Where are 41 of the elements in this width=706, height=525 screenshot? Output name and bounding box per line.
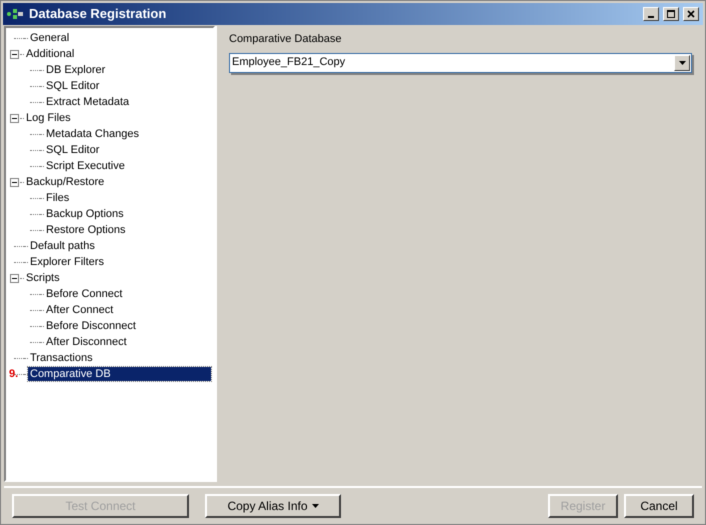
tree-item[interactable]: General: [28, 31, 72, 45]
tree-item[interactable]: Scripts: [24, 271, 62, 285]
tree-item[interactable]: Files: [44, 191, 72, 205]
tree-item[interactable]: After Disconnect: [44, 335, 129, 349]
dialog-button[interactable]: Cancel: [624, 494, 694, 518]
collapse-toggle[interactable]: [10, 114, 19, 122]
tree-item[interactable]: SQL Editor: [44, 79, 102, 93]
tree-item[interactable]: Backup Options: [44, 207, 126, 221]
collapse-toggle[interactable]: [10, 178, 19, 186]
tree-item[interactable]: Comparative DB: [28, 367, 211, 381]
tree-item[interactable]: Before Connect: [44, 287, 124, 301]
window-title: Database Registration: [29, 5, 168, 24]
close-icon: [687, 10, 695, 18]
caret-icon: [678, 60, 686, 64]
tree-item[interactable]: Default paths: [28, 239, 97, 253]
minimize-button[interactable]: [643, 7, 659, 21]
tree-item[interactable]: After Connect: [44, 303, 116, 317]
caret-icon: [312, 504, 319, 508]
tree-item[interactable]: Log Files: [24, 111, 73, 125]
close-button[interactable]: [683, 7, 699, 21]
collapse-toggle[interactable]: [10, 274, 19, 282]
menu-button[interactable]: Copy Alias Info: [205, 494, 341, 518]
tree-item[interactable]: Script Executive: [44, 159, 127, 173]
tree-item[interactable]: SQL Editor: [44, 143, 102, 157]
tree-item[interactable]: Metadata Changes: [44, 127, 141, 141]
collapse-toggle[interactable]: [10, 50, 19, 58]
app-icon: [7, 8, 25, 20]
tree-item[interactable]: Transactions: [28, 351, 95, 365]
tree-item[interactable]: Additional: [24, 47, 76, 61]
step-marker: 9.: [9, 368, 18, 380]
dropdown-button[interactable]: [674, 54, 690, 70]
field-label: Comparative Database: [229, 32, 343, 47]
maximize-icon: [667, 10, 675, 18]
tree-item[interactable]: Extract Metadata: [44, 95, 132, 109]
tree-item[interactable]: DB Explorer: [44, 63, 108, 77]
database-dropdown[interactable]: Employee_FB21_Copy: [229, 52, 692, 72]
tree-item[interactable]: Restore Options: [44, 223, 128, 237]
tree-item[interactable]: Before Disconnect: [44, 319, 138, 333]
maximize-button[interactable]: [663, 7, 679, 21]
tree-item[interactable]: Explorer Filters: [28, 255, 106, 269]
tree-item[interactable]: Backup/Restore: [24, 175, 106, 189]
